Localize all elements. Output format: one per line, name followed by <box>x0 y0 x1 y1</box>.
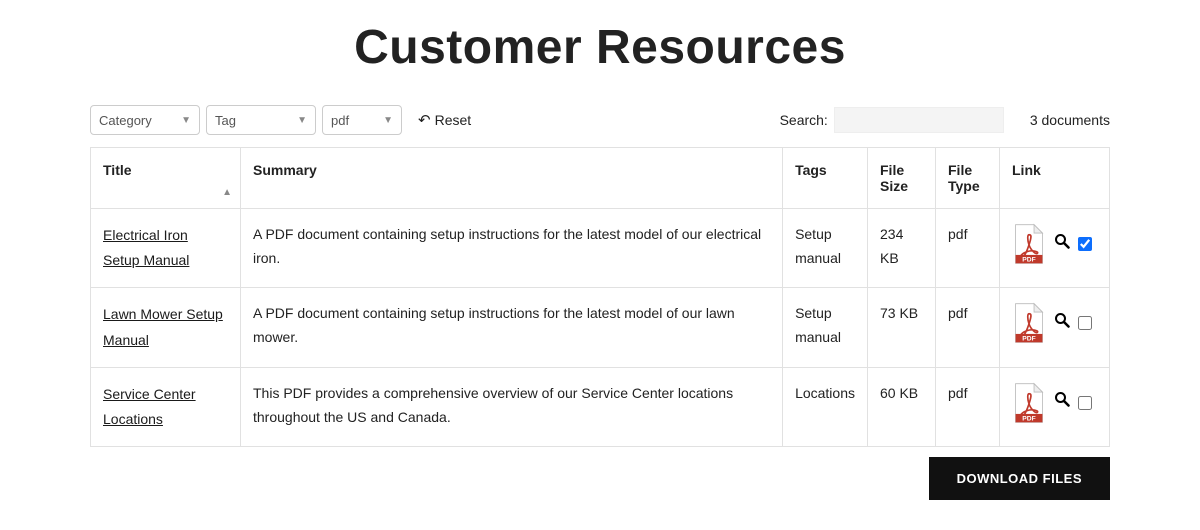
table-row: Electrical Iron Setup Manual A PDF docume… <box>91 209 1110 288</box>
column-header-summary[interactable]: Summary <box>241 148 783 209</box>
document-title-link[interactable]: Electrical Iron Setup Manual <box>103 227 189 268</box>
document-file-size: 73 KB <box>868 288 936 367</box>
search-area: Search: <box>780 107 1004 133</box>
download-files-button[interactable]: DOWNLOAD FILES <box>929 457 1110 500</box>
document-file-type: pdf <box>936 367 1000 446</box>
table-row: Service Center Locations This PDF provide… <box>91 367 1110 446</box>
preview-magnify-icon[interactable] <box>1054 388 1070 417</box>
caret-down-icon: ▼ <box>297 115 307 126</box>
tag-filter-label: Tag <box>215 113 236 128</box>
column-header-tags[interactable]: Tags <box>783 148 868 209</box>
svg-text:PDF: PDF <box>1022 257 1035 264</box>
preview-magnify-icon[interactable] <box>1054 309 1070 338</box>
document-summary: A PDF document containing setup instruct… <box>241 288 783 367</box>
search-label: Search: <box>780 112 828 128</box>
row-select-checkbox[interactable] <box>1078 396 1092 410</box>
search-input[interactable] <box>834 107 1004 133</box>
undo-icon: ↶ <box>418 111 431 129</box>
page-title: Customer Resources <box>90 20 1110 75</box>
document-title-link[interactable]: Service Center Locations <box>103 386 196 427</box>
document-count: 3 documents <box>1030 112 1110 128</box>
pdf-icon[interactable]: PDF <box>1012 382 1046 424</box>
category-filter[interactable]: Category ▼ <box>90 105 200 135</box>
document-summary: A PDF document containing setup instruct… <box>241 209 783 288</box>
column-header-file-type[interactable]: File Type <box>936 148 1000 209</box>
document-file-size: 60 KB <box>868 367 936 446</box>
reset-button[interactable]: ↶ Reset <box>418 111 471 129</box>
caret-down-icon: ▼ <box>383 115 393 126</box>
sort-arrow-icon: ▲ <box>222 187 232 198</box>
column-header-title-label: Title <box>103 162 132 178</box>
column-header-link[interactable]: Link <box>1000 148 1110 209</box>
table-row: Lawn Mower Setup Manual A PDF document co… <box>91 288 1110 367</box>
pdf-icon[interactable]: PDF <box>1012 223 1046 265</box>
documents-table: Title ▲ Summary Tags File Size File Type… <box>90 147 1110 447</box>
category-filter-label: Category <box>99 113 152 128</box>
svg-text:PDF: PDF <box>1022 415 1035 422</box>
document-file-size: 234 KB <box>868 209 936 288</box>
column-header-title[interactable]: Title ▲ <box>91 148 241 209</box>
caret-down-icon: ▼ <box>181 115 191 126</box>
document-file-type: pdf <box>936 288 1000 367</box>
document-tags: Locations <box>783 367 868 446</box>
preview-magnify-icon[interactable] <box>1054 230 1070 259</box>
document-file-type: pdf <box>936 209 1000 288</box>
document-title-link[interactable]: Lawn Mower Setup Manual <box>103 306 223 347</box>
document-tags: Setup manual <box>783 288 868 367</box>
column-header-file-size[interactable]: File Size <box>868 148 936 209</box>
reset-label: Reset <box>435 112 472 128</box>
filetype-filter-value: pdf <box>331 113 349 128</box>
filetype-filter[interactable]: pdf ▼ <box>322 105 402 135</box>
pdf-icon[interactable]: PDF <box>1012 302 1046 344</box>
document-summary: This PDF provides a comprehensive overvi… <box>241 367 783 446</box>
svg-text:PDF: PDF <box>1022 336 1035 343</box>
filter-toolbar: Category ▼ Tag ▼ pdf ▼ ↶ Reset Search: 3… <box>90 105 1110 135</box>
document-tags: Setup manual <box>783 209 868 288</box>
tag-filter[interactable]: Tag ▼ <box>206 105 316 135</box>
row-select-checkbox[interactable] <box>1078 237 1092 251</box>
row-select-checkbox[interactable] <box>1078 316 1092 330</box>
